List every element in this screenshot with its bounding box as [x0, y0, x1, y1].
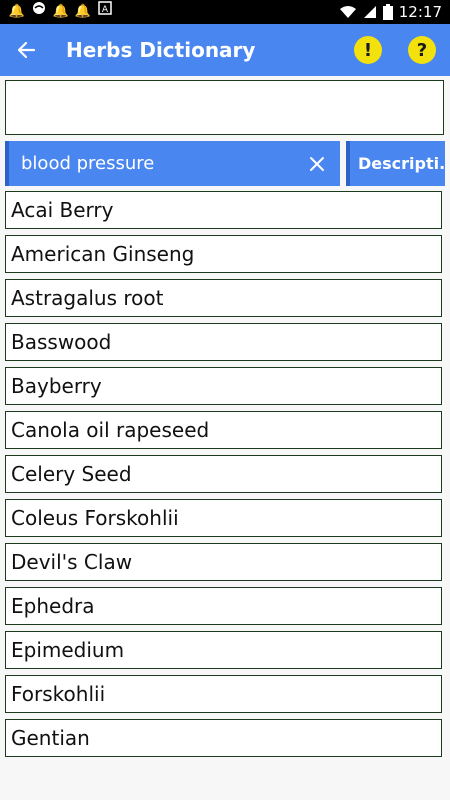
list-item[interactable]: Bayberry: [5, 367, 442, 405]
status-right-icons: 12:17: [333, 3, 450, 21]
status-left-icons: 🔔 🔔 🔔 A: [0, 0, 118, 24]
notification-icon: 🔔: [8, 4, 26, 19]
vpn-icon: [30, 0, 48, 24]
help-button[interactable]: ?: [408, 36, 436, 64]
app-bar: Herbs Dictionary ! ?: [0, 24, 450, 76]
signal-icon: [363, 6, 376, 18]
list-item[interactable]: Epimedium: [5, 631, 442, 669]
list-item[interactable]: Coleus Forskohlii: [5, 499, 442, 537]
list-item[interactable]: Canola oil rapeseed: [5, 411, 442, 449]
list-item[interactable]: Forskohlii: [5, 675, 442, 713]
status-bar: 🔔 🔔 🔔 A 12:17: [0, 0, 450, 24]
clear-search-button[interactable]: [300, 147, 334, 181]
herb-list: Acai Berry American Ginseng Astragalus r…: [5, 191, 445, 763]
wifi-icon: [339, 6, 356, 18]
list-item[interactable]: Basswood: [5, 323, 442, 361]
search-input[interactable]: blood pressure: [5, 141, 340, 186]
a-box-icon: A: [96, 0, 114, 24]
search-query: blood pressure: [21, 153, 155, 174]
app-bar-actions: ! ?: [354, 36, 450, 64]
battery-icon: [382, 4, 393, 20]
list-item[interactable]: Acai Berry: [5, 191, 442, 229]
description-button[interactable]: Descripti..: [346, 141, 445, 186]
list-item[interactable]: Celery Seed: [5, 455, 442, 493]
list-item[interactable]: Ephedra: [5, 587, 442, 625]
app-title: Herbs Dictionary: [66, 38, 256, 62]
notification-icon: 🔔: [74, 4, 92, 19]
list-item[interactable]: American Ginseng: [5, 235, 442, 273]
list-item[interactable]: Gentian: [5, 719, 442, 757]
notification-icon: 🔔: [52, 4, 70, 19]
close-icon: [310, 156, 324, 171]
svg-text:A: A: [102, 5, 109, 15]
back-button[interactable]: [0, 24, 52, 76]
text-input-area[interactable]: [5, 80, 444, 135]
arrow-left-icon: [17, 41, 36, 59]
alert-button[interactable]: !: [354, 36, 382, 64]
list-item[interactable]: Devil's Claw: [5, 543, 442, 581]
list-item[interactable]: Astragalus root: [5, 279, 442, 317]
status-time: 12:17: [398, 3, 442, 21]
search-row: blood pressure Descripti..: [5, 141, 445, 186]
